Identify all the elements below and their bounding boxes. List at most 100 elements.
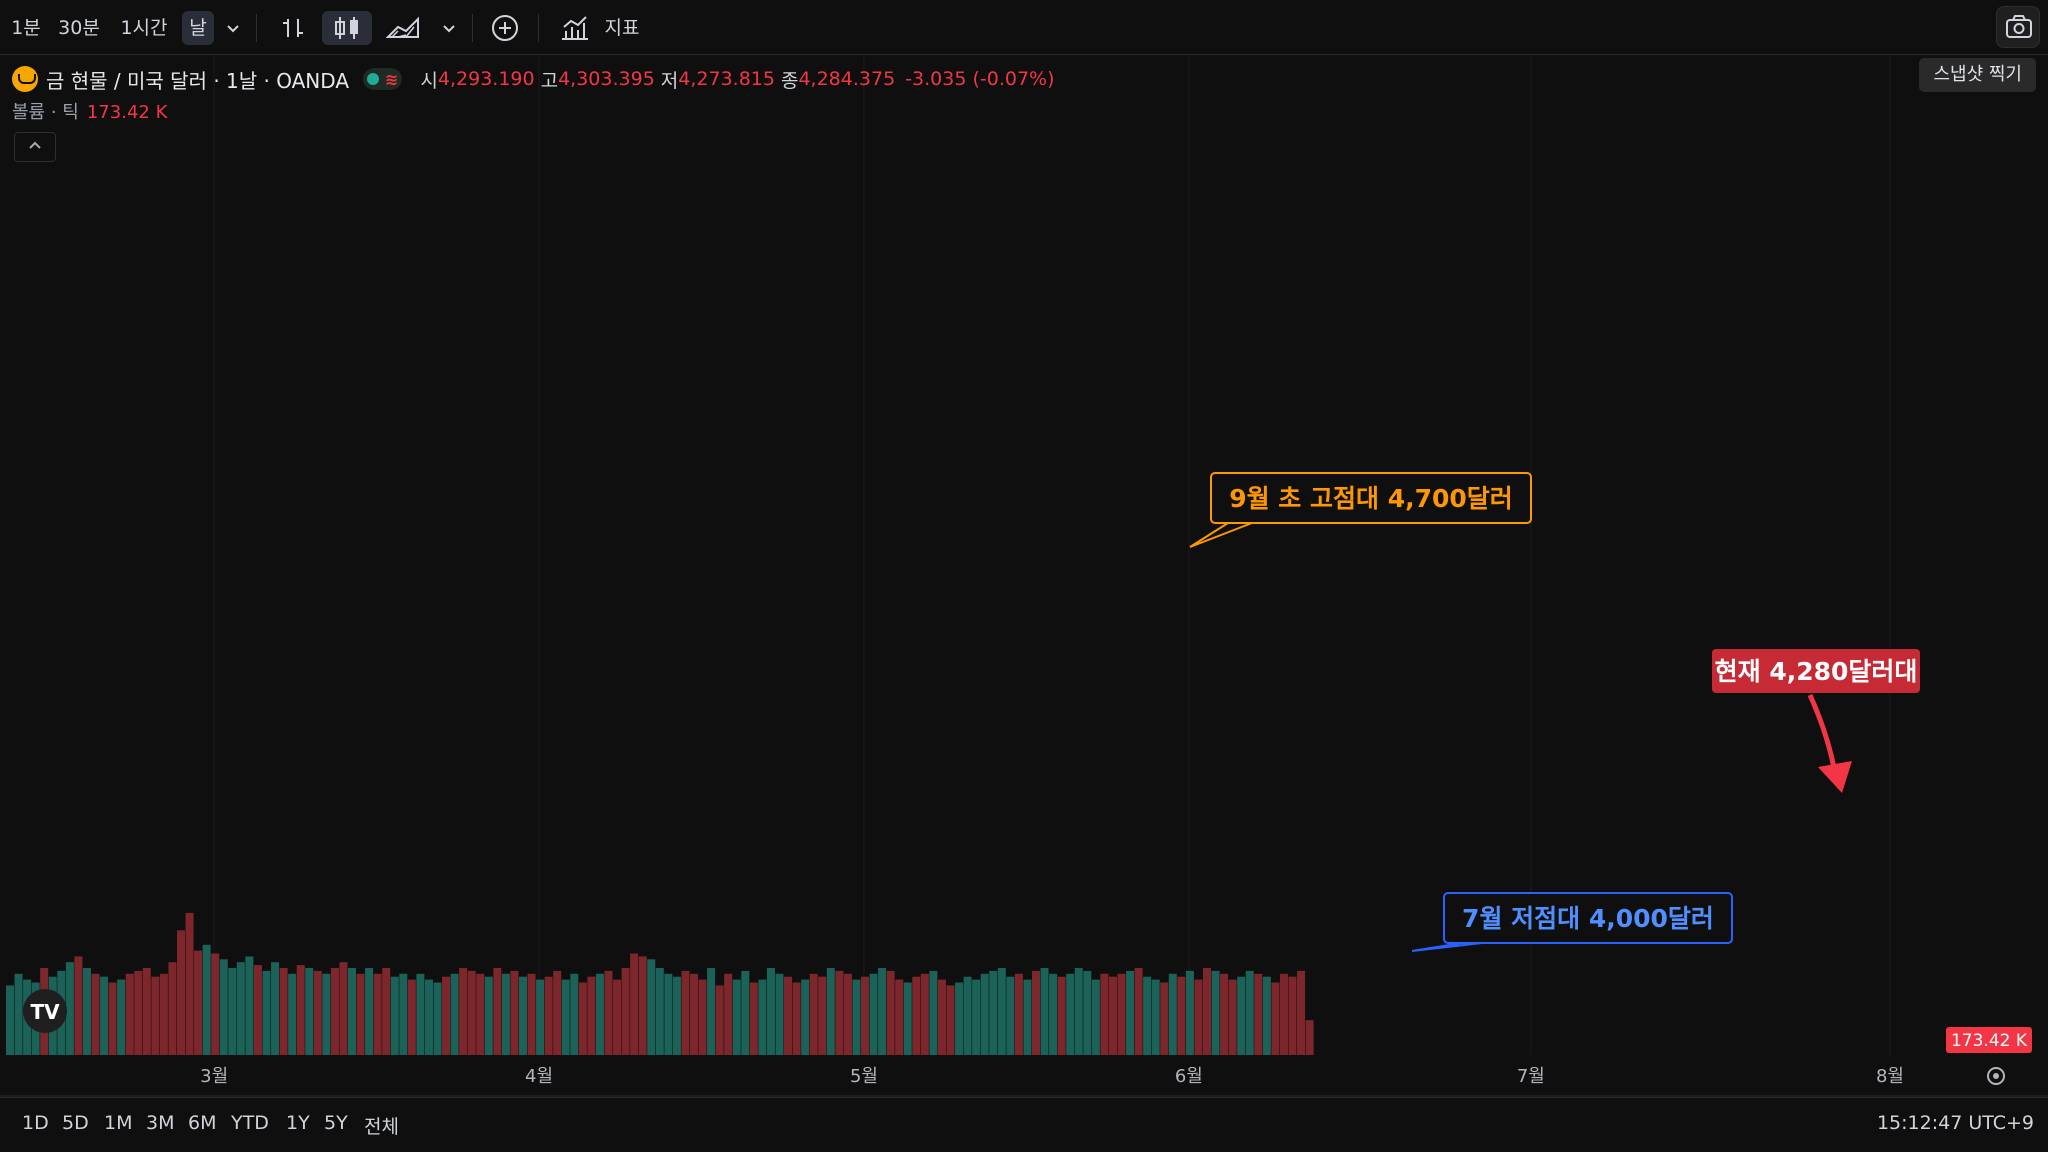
volume-bar: [1185, 970, 1194, 1055]
volume-bar: [809, 973, 818, 1055]
market-status[interactable]: ≋: [363, 68, 403, 90]
annotation-support-pointer: [1411, 942, 1483, 952]
volume-bar: [561, 979, 570, 1055]
volume-bar: [536, 979, 545, 1055]
gear-hub: [1993, 1073, 1999, 1079]
volume-label[interactable]: 볼륨 · 틱: [12, 102, 79, 123]
volume-bar: [630, 953, 639, 1055]
volume-bar: [519, 976, 527, 1055]
volume-bar: [424, 979, 433, 1055]
volume-bar: [1117, 973, 1126, 1055]
volume-bar: [467, 970, 476, 1055]
bar-chart-icon[interactable]: [278, 11, 308, 45]
volume-bar: [1143, 976, 1152, 1055]
volume-bar: [1203, 968, 1211, 1055]
snapshot-tooltip: 스냅샷 찍기: [1919, 58, 2036, 92]
collapse-legend-button[interactable]: [14, 132, 56, 162]
interval-30m[interactable]: 30분: [54, 11, 104, 45]
price-chart[interactable]: 9월 초 고점대 4,700달러 7월 저점대 4,000달러 현재 4,280달러…: [0, 55, 2048, 1097]
month-tick-label: 6월: [1175, 1066, 1203, 1087]
volume-bar: [895, 979, 904, 1055]
volume-bar: [228, 968, 237, 1055]
volume-bar: [801, 979, 810, 1055]
volume-bar: [1057, 976, 1066, 1055]
month-tick-label: 7월: [1517, 1066, 1545, 1087]
interval-1h[interactable]: 1시간: [112, 11, 176, 45]
volume-bar: [1220, 973, 1229, 1055]
volume-bar: [450, 973, 459, 1055]
volume-bar: [142, 968, 151, 1055]
chevron-down-icon[interactable]: [222, 11, 244, 45]
volume-bar: [758, 979, 767, 1055]
volume-bar: [1279, 973, 1288, 1055]
range-3m[interactable]: 3M: [146, 1112, 174, 1134]
range-6m[interactable]: 6M: [188, 1112, 216, 1134]
volume-bar: [296, 965, 305, 1055]
volume-bar: [484, 976, 493, 1055]
bottom-range-bar: 1D 5D 1M 3M 6M YTD 1Y 5Y 전체 15:12:47 UTC…: [0, 1097, 2048, 1152]
volume-bar: [159, 973, 168, 1055]
volume-bar: [1305, 1020, 1314, 1055]
interval-1m[interactable]: 1분: [8, 11, 44, 45]
volume-bar: [1228, 979, 1237, 1055]
volume-bar: [1108, 976, 1117, 1055]
volume-bar: [1006, 976, 1015, 1055]
volume-bar: [681, 970, 690, 1055]
range-1m[interactable]: 1M: [104, 1112, 132, 1134]
add-compare-icon[interactable]: [488, 11, 522, 45]
volume-bar: [672, 976, 681, 1055]
camera-icon[interactable]: [1996, 6, 2040, 48]
volume-bar: [493, 968, 502, 1055]
chart-grid: [213, 55, 1891, 1055]
range-5d[interactable]: 5D: [62, 1112, 89, 1134]
volume-bar: [544, 976, 553, 1055]
indicators-button[interactable]: 지표: [600, 11, 644, 45]
annotation-current: 현재 4,280달러대: [1712, 649, 1920, 693]
range-1y[interactable]: 1Y: [286, 1112, 310, 1134]
volume-bar: [399, 973, 408, 1055]
range-1d[interactable]: 1D: [22, 1112, 49, 1134]
range-all[interactable]: 전체: [364, 1112, 399, 1139]
volume-bar: [570, 973, 579, 1055]
volume-bar: [510, 970, 519, 1055]
candle-chart-icon[interactable]: [322, 11, 372, 45]
volume-bar: [442, 976, 451, 1055]
symbol-title[interactable]: 금 현물 / 미국 달러 · 1날 · OANDA: [46, 65, 349, 94]
volume-bar: [74, 956, 83, 1055]
down-arrow-head: [1818, 761, 1852, 793]
indicators-icon[interactable]: [558, 11, 592, 45]
area-chart-icon[interactable]: [384, 11, 424, 45]
toolbar-divider: [538, 14, 539, 42]
annotation-resistance-text: 9월 초 고점대 4,700달러: [1229, 484, 1513, 513]
volume-bar: [288, 973, 297, 1055]
down-arrow-icon: [1807, 693, 1852, 793]
volume-bar: [664, 973, 673, 1055]
volume-bar: [305, 968, 314, 1055]
down-arrow-shaft: [1807, 693, 1838, 774]
volume-bar: [621, 968, 630, 1055]
clock-timezone[interactable]: 15:12:47 UTC+9: [1877, 1112, 2034, 1134]
range-ytd[interactable]: YTD: [231, 1112, 269, 1134]
volume-bar: [1032, 970, 1040, 1055]
volume-bar: [792, 982, 801, 1055]
volume-bar: [903, 982, 912, 1055]
volume-bar: [373, 973, 382, 1055]
volume-bar: [125, 973, 134, 1055]
volume-value: 173.42 K: [86, 102, 168, 123]
volume-bar: [219, 959, 228, 1055]
interval-day[interactable]: 날: [182, 11, 214, 45]
gear-icon: [1987, 1067, 2005, 1085]
open-value: 4,293.190: [437, 68, 535, 90]
volume-bar: [1134, 968, 1143, 1055]
volume-bar: [134, 970, 143, 1055]
volume-bar: [715, 985, 724, 1055]
volume-bar: [245, 956, 254, 1055]
volume-bar: [638, 956, 647, 1055]
volume-bar: [1074, 968, 1083, 1055]
range-5y[interactable]: 5Y: [324, 1112, 348, 1134]
volume-bar: [407, 979, 416, 1055]
volume-bar: [1254, 973, 1263, 1055]
volume-bar: [1040, 968, 1049, 1055]
volume-bar: [390, 976, 399, 1055]
chevron-down-icon[interactable]: [438, 11, 460, 45]
